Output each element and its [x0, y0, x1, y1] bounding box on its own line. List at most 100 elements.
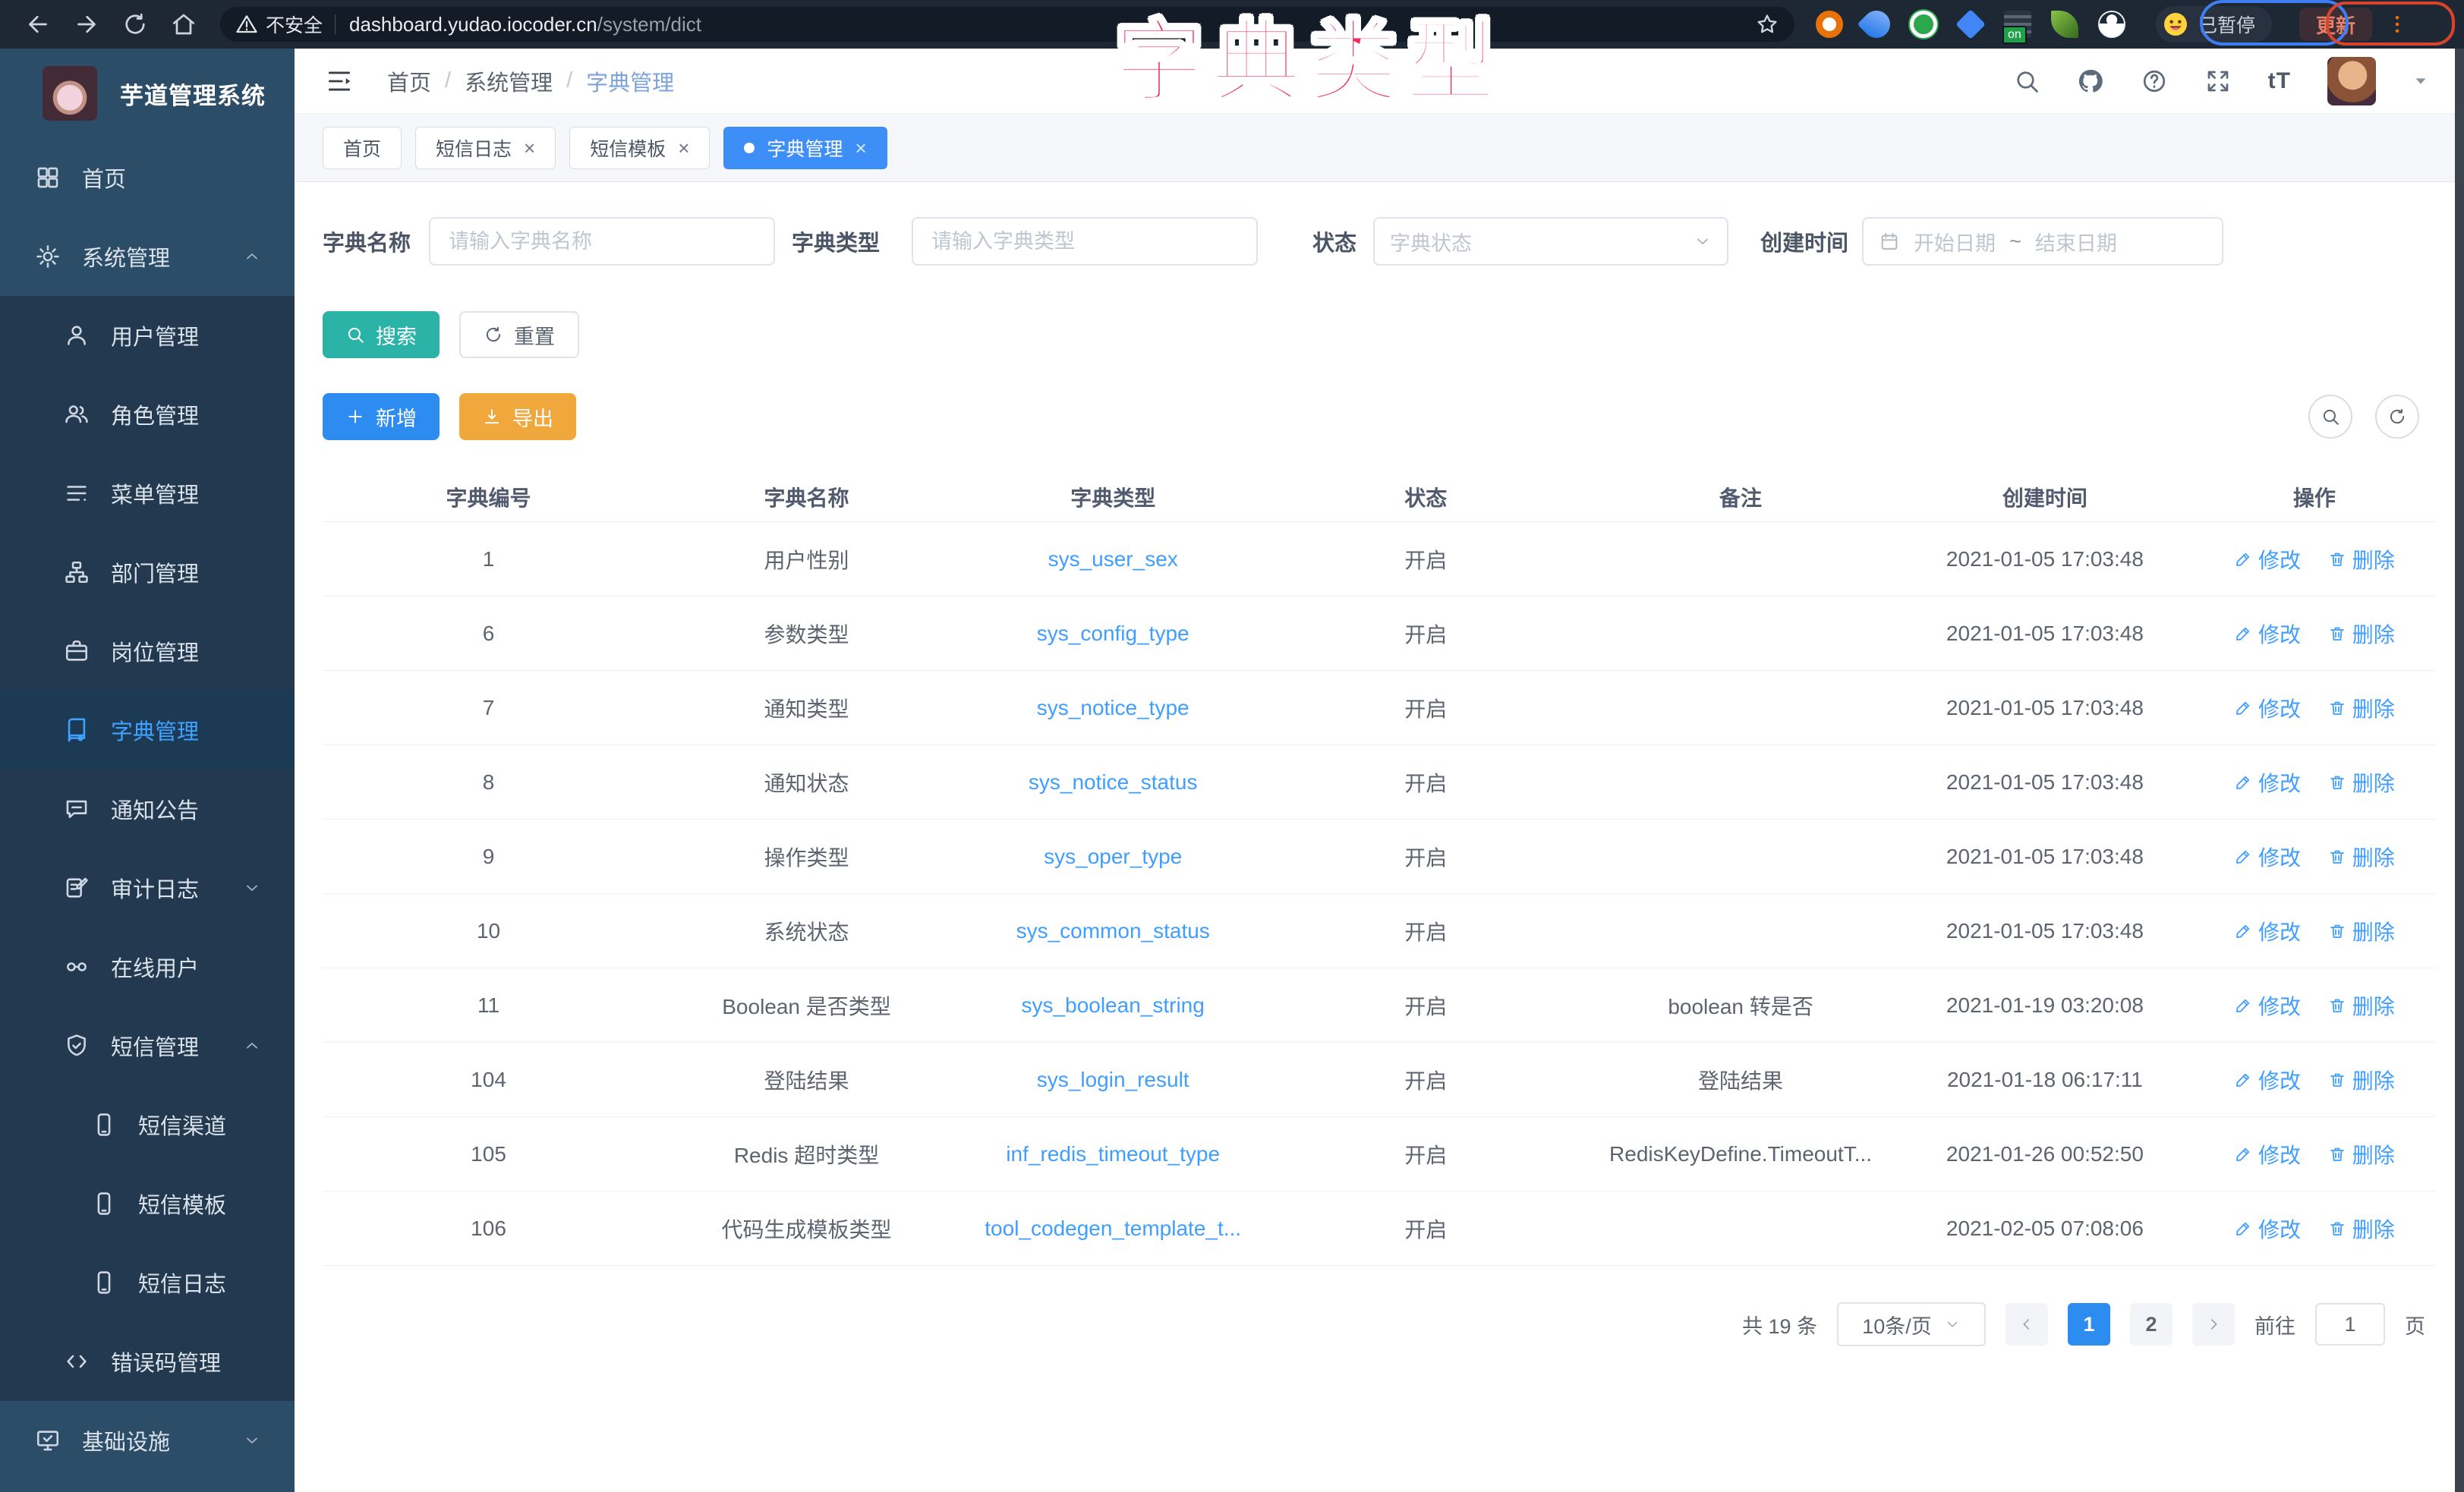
edit-link[interactable]: 修改	[2234, 544, 2301, 574]
sidebar-item-notices[interactable]: 通知公告	[0, 770, 295, 848]
page-scrollbar[interactable]	[2455, 49, 2464, 1492]
date-range-picker[interactable]: 开始日期 ~ 结束日期	[1862, 217, 2223, 266]
sidebar-item-dictionary[interactable]: 字典管理	[0, 691, 295, 770]
dict-type-input[interactable]	[912, 217, 1258, 266]
edit-link[interactable]: 修改	[2234, 693, 2301, 723]
sidebar-item-sms-channel[interactable]: 短信渠道	[0, 1085, 295, 1164]
dict-type-link[interactable]: sys_login_result	[1037, 1068, 1189, 1091]
reload-icon[interactable]	[121, 11, 149, 38]
help-icon[interactable]	[2141, 68, 2168, 95]
tab-dictionary[interactable]: 字典管理 ×	[723, 127, 887, 169]
dict-name-input[interactable]	[429, 217, 775, 266]
sidebar-item-sms-log[interactable]: 短信日志	[0, 1243, 295, 1322]
next-page-button[interactable]	[2192, 1303, 2235, 1346]
header-search-icon[interactable]	[2013, 68, 2040, 95]
edit-link[interactable]: 修改	[2234, 842, 2301, 872]
page-size-select[interactable]: 10条/页	[1837, 1302, 1986, 1346]
edit-link[interactable]: 修改	[2234, 916, 2301, 946]
dict-type-link[interactable]: sys_common_status	[1016, 919, 1210, 943]
edit-link[interactable]: 修改	[2234, 1139, 2301, 1169]
delete-link[interactable]: 删除	[2328, 990, 2395, 1021]
edit-link[interactable]: 修改	[2234, 619, 2301, 649]
sidebar-item-menus[interactable]: 菜单管理	[0, 454, 295, 533]
tab-close-icon[interactable]: ×	[524, 138, 535, 158]
edit-link[interactable]: 修改	[2234, 990, 2301, 1021]
sidebar-item-positions[interactable]: 岗位管理	[0, 612, 295, 691]
sidebar-item-roles[interactable]: 角色管理	[0, 375, 295, 454]
download-icon	[482, 407, 502, 427]
delete-link[interactable]: 删除	[2328, 693, 2395, 723]
delete-link[interactable]: 删除	[2328, 1139, 2395, 1169]
sidebar-item-sms[interactable]: 短信管理	[0, 1006, 295, 1085]
dict-type-link[interactable]: tool_codegen_template_t...	[985, 1217, 1241, 1240]
address-bar[interactable]: 不安全 dashboard.yudao.iocoder.cn /system/d…	[220, 7, 1794, 42]
cell-status: 开启	[1267, 619, 1584, 649]
sidebar-item-error-codes[interactable]: 错误码管理	[0, 1322, 295, 1401]
edit-link[interactable]: 修改	[2234, 1065, 2301, 1095]
app-logo[interactable]: 芋道管理系统	[0, 49, 295, 138]
export-button[interactable]: 导出	[459, 393, 576, 440]
dict-type-link[interactable]: inf_redis_timeout_type	[1006, 1142, 1220, 1166]
sidebar-item-infrastructure[interactable]: 基础设施	[0, 1401, 295, 1480]
edit-link[interactable]: 修改	[2234, 1213, 2301, 1244]
delete-link[interactable]: 删除	[2328, 1213, 2395, 1244]
delete-link[interactable]: 删除	[2328, 544, 2395, 574]
user-avatar[interactable]	[2327, 57, 2376, 105]
sidebar-collapse-icon[interactable]	[325, 67, 354, 96]
extension-icon-diamond[interactable]	[1955, 9, 1986, 39]
sidebar-item-online-users[interactable]: 在线用户	[0, 927, 295, 1006]
sidebar-item-home[interactable]: 首页	[0, 138, 295, 217]
sidebar-item-system[interactable]: 系统管理	[0, 217, 295, 296]
status-select[interactable]: 字典状态	[1373, 217, 1728, 266]
table-search-toggle-button[interactable]	[2308, 395, 2352, 439]
extension-icon-orange[interactable]	[1816, 11, 1843, 38]
dict-type-link[interactable]: sys_oper_type	[1044, 845, 1182, 868]
delete-link[interactable]: 删除	[2328, 916, 2395, 946]
bookmark-star-icon[interactable]	[1755, 12, 1779, 36]
sidebar-item-sms-template[interactable]: 短信模板	[0, 1164, 295, 1243]
dict-type-link[interactable]: sys_config_type	[1037, 622, 1189, 645]
edit-link[interactable]: 修改	[2234, 767, 2301, 798]
breadcrumb-home[interactable]: 首页	[387, 65, 431, 97]
prev-page-button[interactable]	[2006, 1303, 2048, 1346]
table-refresh-button[interactable]	[2375, 395, 2419, 439]
goto-page-input[interactable]	[2315, 1303, 2385, 1346]
table-row: 1 用户性别 sys_user_sex 开启 2021-01-05 17:03:…	[323, 522, 2436, 596]
delete-link[interactable]: 删除	[2328, 842, 2395, 872]
search-button[interactable]: 搜索	[323, 311, 440, 358]
dict-type-link[interactable]: sys_boolean_string	[1022, 993, 1205, 1017]
fullscreen-icon[interactable]	[2204, 68, 2232, 95]
tab-sms-template[interactable]: 短信模板 ×	[569, 127, 710, 169]
extension-icon-leaf[interactable]	[2051, 11, 2078, 38]
delete-link[interactable]: 删除	[2328, 767, 2395, 798]
avatar-caret-icon[interactable]	[2412, 73, 2429, 90]
dict-type-link[interactable]: sys_user_sex	[1048, 547, 1178, 571]
sidebar-item-departments[interactable]: 部门管理	[0, 533, 295, 612]
tab-close-icon[interactable]: ×	[855, 138, 866, 158]
sidebar-item-users[interactable]: 用户管理	[0, 296, 295, 375]
text-size-icon[interactable]: tT	[2268, 68, 2291, 94]
breadcrumb-section[interactable]: 系统管理	[465, 65, 553, 97]
delete-link[interactable]: 删除	[2328, 619, 2395, 649]
tab-sms-log[interactable]: 短信日志 ×	[415, 127, 556, 169]
home-icon[interactable]	[170, 11, 197, 38]
sidebar-item-audit-log[interactable]: 审计日志	[0, 848, 295, 927]
search-icon	[2321, 407, 2340, 427]
forward-icon[interactable]	[73, 11, 100, 38]
extension-icon-drop[interactable]	[1857, 5, 1896, 44]
dict-type-link[interactable]: sys_notice_type	[1037, 696, 1189, 719]
cell-dict-name: 系统状态	[654, 916, 959, 946]
tab-close-icon[interactable]: ×	[678, 138, 689, 158]
delete-link[interactable]: 删除	[2328, 1065, 2395, 1095]
extension-icon-green[interactable]	[1910, 11, 1937, 38]
page-number-button[interactable]: 1	[2068, 1303, 2110, 1346]
page-number-button[interactable]: 2	[2130, 1303, 2173, 1346]
dict-type-link[interactable]: sys_notice_status	[1029, 770, 1198, 794]
extension-icon-profile[interactable]	[2098, 11, 2125, 38]
back-icon[interactable]	[24, 11, 52, 38]
reset-button[interactable]: 重置	[459, 311, 579, 358]
add-button[interactable]: 新增	[323, 393, 440, 440]
tab-home[interactable]: 首页	[323, 127, 402, 169]
extension-icon-list[interactable]: on	[2004, 11, 2031, 38]
github-icon[interactable]	[2077, 68, 2104, 95]
